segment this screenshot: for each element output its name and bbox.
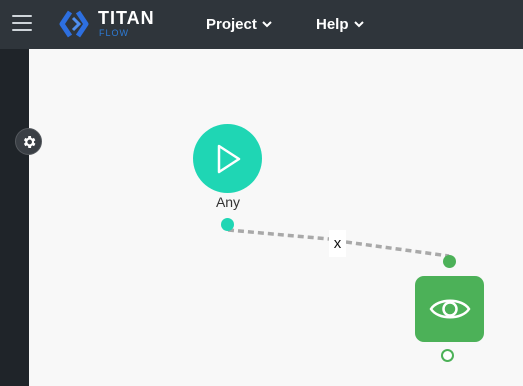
settings-button[interactable] xyxy=(15,128,42,155)
view-node-input-port[interactable] xyxy=(443,255,456,268)
view-node-output-port[interactable] xyxy=(441,349,454,362)
delete-connection-button[interactable]: x xyxy=(329,230,346,257)
start-node-output-port[interactable] xyxy=(221,218,234,231)
play-icon xyxy=(217,144,240,173)
gear-icon xyxy=(23,135,35,148)
eye-icon xyxy=(429,299,470,319)
start-node[interactable] xyxy=(193,124,262,193)
start-node-label: Any xyxy=(215,194,241,210)
view-node[interactable] xyxy=(415,276,484,342)
